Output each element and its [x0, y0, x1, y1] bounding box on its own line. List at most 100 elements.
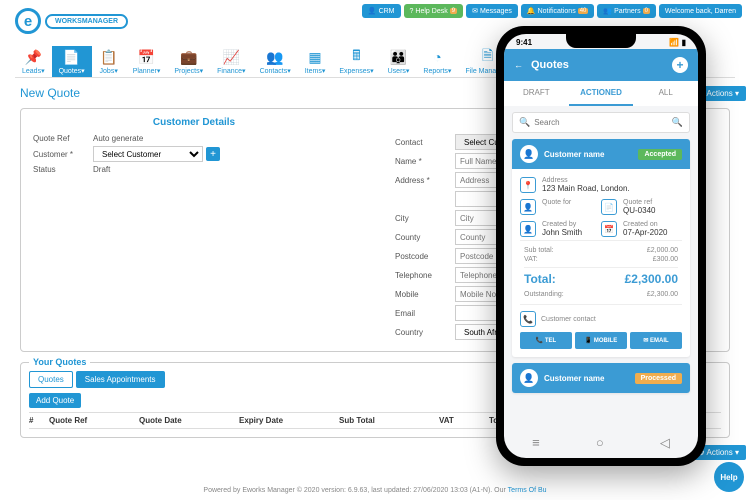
phone-header: ←Quotes +: [504, 49, 698, 81]
nav-icon: 💼: [179, 48, 199, 66]
nav-finance[interactable]: 📈Finance▾: [210, 46, 252, 77]
status-badge: Accepted: [638, 149, 682, 160]
back-icon[interactable]: ◁: [660, 435, 670, 451]
quote-ref-label: Quote Ref: [33, 134, 93, 143]
created-by-value: John Smith: [542, 228, 582, 237]
help-desk-button[interactable]: ?Help Desk9: [404, 4, 464, 18]
your-quotes-heading: Your Quotes: [29, 357, 90, 367]
address-label: Address *: [395, 176, 455, 185]
address-value: 123 Main Road, London.: [542, 184, 630, 193]
nav-label: Quotes▾: [59, 67, 85, 75]
customer-name: Customer name: [544, 374, 604, 383]
nav-label: Items▾: [305, 67, 326, 75]
messages-button[interactable]: ✉Messages: [466, 4, 518, 18]
user-icon: 👤: [520, 221, 536, 237]
nav-reports[interactable]: ◔Reports▾: [416, 46, 458, 77]
recent-icon[interactable]: ≡: [532, 435, 540, 451]
county-label: County: [395, 233, 455, 242]
nav-icon: ▦: [305, 48, 325, 66]
customer-name: Customer name: [544, 150, 604, 159]
mobile-label: Mobile: [395, 290, 455, 299]
col-ref: Quote Ref: [49, 416, 139, 425]
nav-items[interactable]: ▦Items▾: [298, 46, 333, 77]
add-quote-icon[interactable]: +: [672, 57, 688, 73]
email-button[interactable]: ✉ EMAIL: [630, 332, 682, 349]
logo-text: WORKSMANAGER: [45, 14, 128, 29]
avatar-icon: 👤: [520, 369, 538, 387]
search-icon: 🔍: [519, 117, 530, 128]
top-bar: 👤CRM ?Help Desk9 ✉Messages 🔔Notification…: [362, 4, 742, 18]
contact-label: Contact: [395, 138, 455, 147]
avatar-icon: 👤: [520, 145, 538, 163]
signal-icon: 📶 ▮: [669, 38, 686, 47]
nav-expenses[interactable]: 🖩Expenses▾: [332, 46, 380, 77]
phone-search-input[interactable]: [534, 118, 672, 127]
telephone-label: Telephone: [395, 271, 455, 280]
nav-label: Expenses▾: [339, 67, 373, 75]
total-value: £2,300.00: [625, 272, 678, 286]
status-value: Draft: [93, 165, 110, 174]
search-icon-right[interactable]: 🔍: [672, 117, 683, 128]
phone-tab-draft[interactable]: DRAFT: [504, 81, 569, 106]
nav-icon: 📌: [23, 48, 43, 66]
nav-leads[interactable]: 📌Leads▾: [15, 46, 52, 77]
phone-tab-all[interactable]: ALL: [633, 81, 698, 106]
nav-icon: 🖩: [346, 48, 366, 66]
postcode-label: Postcode: [395, 252, 455, 261]
subtotal-value: £2,000.00: [647, 247, 678, 254]
mobile-button[interactable]: 📱 MOBILE: [575, 332, 627, 349]
tab-sales-appointments[interactable]: Sales Appointments: [76, 371, 165, 388]
col-vat: VAT: [439, 416, 489, 425]
nav-planner[interactable]: 📅Planner▾: [126, 46, 168, 77]
home-icon[interactable]: ○: [596, 435, 604, 451]
tab-quotes[interactable]: Quotes: [29, 371, 73, 388]
customer-select[interactable]: Select Customer: [93, 146, 203, 162]
country-label: Country: [395, 328, 455, 337]
nav-icon: 📈: [221, 48, 241, 66]
phone-tab-actioned[interactable]: ACTIONED: [569, 81, 634, 106]
add-quote-button[interactable]: Add Quote: [29, 393, 81, 408]
notifications-button[interactable]: 🔔Notifications40: [521, 4, 595, 18]
logo-icon: e: [15, 8, 41, 34]
customer-details: Customer Details Quote RefAuto generate …: [33, 117, 355, 343]
nav-quotes[interactable]: 📄Quotes▾: [52, 46, 92, 77]
doc-icon: 📄: [601, 199, 617, 215]
logo[interactable]: e WORKSMANAGER: [15, 8, 128, 34]
phone-mockup: 9:41📶 ▮ ←Quotes + DRAFT ACTIONED ALL 🔍 🔍…: [496, 26, 706, 466]
welcome-button[interactable]: Welcome back, Darren: [659, 4, 742, 18]
tel-button[interactable]: 📞 TEL: [520, 332, 572, 349]
phone-android-nav: ≡ ○ ◁: [504, 432, 698, 454]
footer: Powered by Eworks Manager © 2020 version…: [0, 487, 750, 494]
nav-jobs[interactable]: 📋Jobs▾: [92, 46, 126, 77]
created-by-label: Created by: [542, 221, 582, 228]
phone-icon: 📞: [520, 311, 536, 327]
quote-ref-value: QU-0340: [623, 206, 655, 215]
back-icon[interactable]: ←: [514, 60, 523, 70]
nav-contacts[interactable]: 👥Contacts▾: [253, 46, 298, 77]
customer-contact-label: Customer contact: [541, 316, 596, 323]
phone-notch: [566, 34, 636, 48]
partners-button[interactable]: 👥Partners0: [597, 4, 656, 18]
quote-card[interactable]: 👤Customer name Accepted 📍Address123 Main…: [512, 139, 690, 357]
col-num: #: [29, 416, 49, 425]
status-badge: Processed: [635, 373, 682, 384]
customer-heading: Customer Details: [33, 117, 355, 128]
address-label: Address: [542, 177, 630, 184]
nav-label: Reports▾: [423, 67, 451, 75]
subtotal-label: Sub total:: [524, 247, 554, 254]
quote-card[interactable]: 👤 Customer name Processed: [512, 363, 690, 393]
nav-icon: 📄: [62, 48, 82, 66]
nav-projects[interactable]: 💼Projects▾: [167, 46, 210, 77]
nav-label: Leads▾: [22, 67, 45, 75]
quote-ref-value: Auto generate: [93, 134, 143, 143]
help-button[interactable]: Help: [714, 462, 744, 492]
add-customer-button[interactable]: +: [206, 147, 220, 161]
terms-link[interactable]: Terms Of Bu: [508, 487, 547, 494]
phone-search[interactable]: 🔍 🔍: [512, 112, 690, 133]
crm-button[interactable]: 👤CRM: [362, 4, 401, 18]
outstanding-label: Outstanding:: [524, 291, 564, 298]
created-on-value: 07-Apr-2020: [623, 228, 667, 237]
nav-label: Users▾: [388, 67, 410, 75]
nav-users[interactable]: 👪Users▾: [381, 46, 417, 77]
city-label: City: [395, 214, 455, 223]
